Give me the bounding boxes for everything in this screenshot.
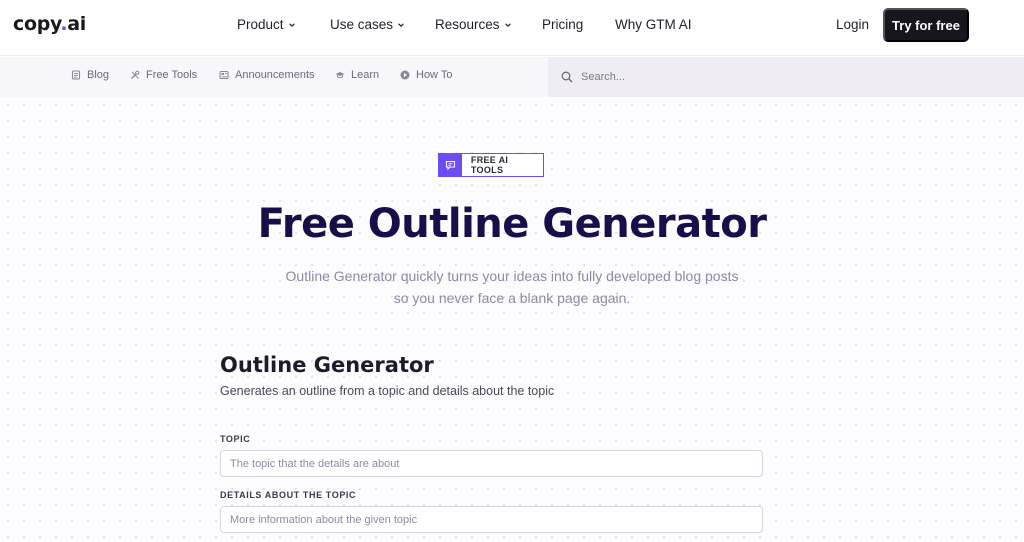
logo-suffix: ai xyxy=(67,13,87,35)
subnav-item-blog[interactable]: Blog xyxy=(71,69,109,81)
try-for-free-button[interactable]: Try for free xyxy=(883,8,969,42)
chevron-down-icon xyxy=(504,22,511,27)
nav-use-cases-label: Use cases xyxy=(330,17,394,32)
topic-label: TOPIC xyxy=(220,434,251,444)
main-content: FREE AI TOOLS Free Outline Generator Out… xyxy=(0,97,1024,542)
sub-nav: Blog Free Tools Announcements Learn How … xyxy=(0,57,1024,97)
page-title: Free Outline Generator xyxy=(257,201,767,247)
logo-text: copy xyxy=(13,13,61,35)
tool-title: Outline Generator xyxy=(220,353,434,377)
subtitle-line-1: Outline Generator quickly turns your ide… xyxy=(285,268,739,284)
subnav-label: Announcements xyxy=(235,69,315,81)
details-input[interactable] xyxy=(220,506,763,533)
chat-bubble-icon xyxy=(439,154,462,176)
top-nav: copy.ai Product Use cases Resources Pric… xyxy=(0,0,1024,56)
search-input[interactable] xyxy=(581,71,881,83)
search-icon xyxy=(561,71,573,83)
badge-label: FREE AI TOOLS xyxy=(470,155,509,175)
chevron-down-icon xyxy=(288,22,295,27)
subnav-item-free-tools[interactable]: Free Tools xyxy=(130,69,197,81)
details-label: DETAILS ABOUT THE TOPIC xyxy=(220,490,357,500)
nav-resources-label: Resources xyxy=(435,17,500,32)
subnav-item-how-to[interactable]: How To xyxy=(400,69,452,81)
search-bar[interactable] xyxy=(548,57,1024,97)
nav-why-gtm-ai-label: Why GTM AI xyxy=(615,17,692,32)
login-link[interactable]: Login xyxy=(836,17,869,32)
nav-product-label: Product xyxy=(237,17,284,32)
subnav-label: How To xyxy=(416,69,453,81)
subnav-item-announcements[interactable]: Announcements xyxy=(219,69,315,81)
subnav-label: Learn xyxy=(351,69,380,81)
subtitle-line-2: so you never face a blank page again. xyxy=(393,290,631,306)
nav-resources[interactable]: Resources xyxy=(435,17,512,32)
free-ai-tools-badge: FREE AI TOOLS xyxy=(438,153,544,177)
chevron-down-icon xyxy=(398,22,404,27)
news-icon xyxy=(219,70,229,80)
topic-input[interactable] xyxy=(220,450,763,477)
page-subtitle: Outline Generator quickly turns your ide… xyxy=(212,265,812,309)
play-icon xyxy=(400,70,410,80)
logo[interactable]: copy.ai xyxy=(13,13,86,35)
nav-pricing-label: Pricing xyxy=(542,17,584,32)
nav-pricing[interactable]: Pricing xyxy=(542,17,583,32)
nav-use-cases[interactable]: Use cases xyxy=(330,17,405,32)
subnav-item-learn[interactable]: Learn xyxy=(335,69,379,81)
tools-icon xyxy=(131,70,140,79)
subnav-label: Free Tools xyxy=(146,69,198,81)
tool-description: Generates an outline from a topic and de… xyxy=(220,384,555,398)
subnav-label: Blog xyxy=(87,69,110,81)
nav-product[interactable]: Product xyxy=(237,17,296,32)
document-icon xyxy=(71,70,81,80)
graduation-cap-icon xyxy=(335,72,345,79)
nav-why-gtm-ai[interactable]: Why GTM AI xyxy=(615,17,692,32)
